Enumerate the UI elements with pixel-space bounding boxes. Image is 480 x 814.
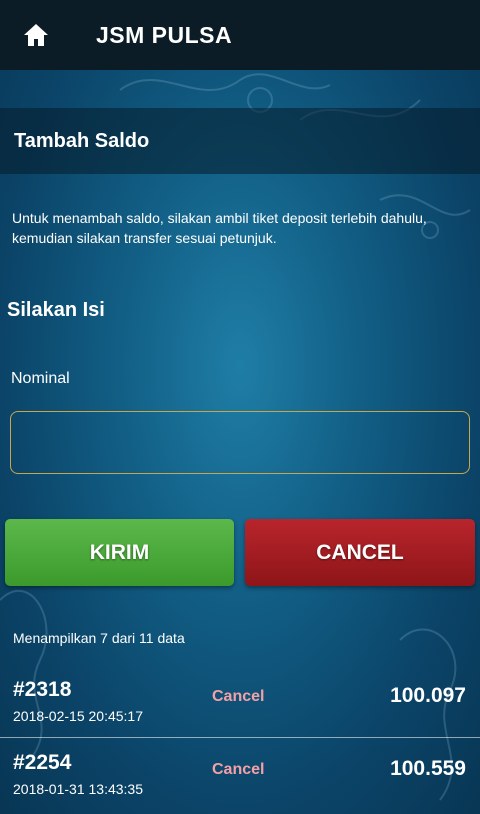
ticket-cancel-link[interactable]: Cancel <box>212 688 264 706</box>
home-icon <box>24 24 48 46</box>
section-title: Tambah Saldo <box>0 108 480 174</box>
info-text: Untuk menambah saldo, silakan ambil tike… <box>12 210 427 246</box>
list-item[interactable]: #2254 2018-01-31 13:43:35 Cancel 100.559 <box>0 751 480 814</box>
ticket-id: #2254 <box>13 751 72 774</box>
row-divider <box>0 737 480 738</box>
ticket-amount: 100.097 <box>390 684 466 707</box>
ticket-date: 2018-01-31 13:43:35 <box>13 781 143 797</box>
app-bar: JSM PULSA <box>0 0 480 70</box>
list-summary: Menampilkan 7 dari 11 data <box>13 630 185 646</box>
form-title: Silakan Isi <box>7 299 105 321</box>
list-item[interactable]: #2318 2018-02-15 20:45:17 Cancel 100.097 <box>0 678 480 752</box>
home-button[interactable] <box>0 0 72 70</box>
ticket-id: #2318 <box>13 678 72 701</box>
app-title: JSM PULSA <box>96 21 233 48</box>
ticket-date: 2018-02-15 20:45:17 <box>13 708 143 724</box>
kirim-button[interactable]: KIRIM <box>5 519 234 586</box>
nominal-label: Nominal <box>11 370 70 387</box>
ticket-cancel-link[interactable]: Cancel <box>212 761 264 779</box>
nominal-input[interactable] <box>10 411 470 474</box>
cancel-button[interactable]: CANCEL <box>245 519 475 586</box>
ticket-amount: 100.559 <box>390 757 466 780</box>
